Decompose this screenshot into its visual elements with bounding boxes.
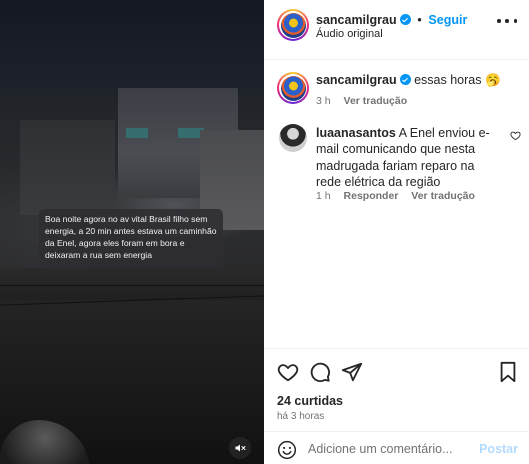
- video-building: [20, 120, 115, 215]
- post-comment-button[interactable]: Postar: [479, 442, 518, 456]
- emoji-icon[interactable]: [277, 440, 297, 460]
- post-header: sancamilgrau • Seguir Áudio original: [264, 0, 529, 60]
- caption-author-avatar[interactable]: [277, 72, 309, 104]
- dot-icon: [497, 19, 501, 23]
- comment-bar: Postar: [264, 431, 529, 464]
- verified-badge-icon: [399, 14, 411, 25]
- speaker-muted-icon: [235, 444, 246, 452]
- share-icon[interactable]: [341, 361, 363, 383]
- dot-icon: [505, 19, 509, 23]
- heart-icon[interactable]: [277, 361, 299, 383]
- comment-icon[interactable]: [309, 361, 331, 383]
- caption-time[interactable]: 3 h: [316, 95, 331, 107]
- comment-input[interactable]: [308, 439, 478, 459]
- commenter-avatar[interactable]: [279, 124, 307, 152]
- comment-translate-link[interactable]: Ver tradução: [411, 190, 475, 202]
- caption-username[interactable]: sancamilgrau: [316, 73, 397, 87]
- comment-time[interactable]: 1 h: [316, 190, 331, 202]
- video-wire: [0, 285, 264, 286]
- verified-badge-icon: [399, 74, 411, 85]
- more-options-button[interactable]: [497, 14, 517, 28]
- audio-label[interactable]: Áudio original: [316, 28, 383, 40]
- mute-button[interactable]: [229, 437, 251, 459]
- caption-text: essas horas 🥱: [414, 73, 501, 87]
- post-side-panel: sancamilgrau • Seguir Áudio original san…: [264, 0, 529, 464]
- commenter-username[interactable]: luaanasantos: [316, 126, 396, 140]
- separator-dot: •: [417, 12, 422, 27]
- likes-count[interactable]: 24 curtidas: [277, 394, 343, 408]
- post-video[interactable]: Boa noite agora no av vital Brasil filho…: [0, 0, 264, 464]
- video-caption-overlay: Boa noite agora no av vital Brasil filho…: [39, 209, 223, 267]
- author-username[interactable]: sancamilgrau: [316, 13, 397, 27]
- post-actions: 24 curtidas há 3 horas Postar: [264, 348, 529, 464]
- dot-icon: [513, 19, 517, 23]
- author-avatar[interactable]: [277, 9, 309, 41]
- post-time[interactable]: há 3 horas: [277, 411, 324, 422]
- video-sky: [0, 0, 264, 95]
- follow-button[interactable]: Seguir: [428, 13, 467, 27]
- bookmark-icon[interactable]: [498, 361, 518, 383]
- reply-link[interactable]: Responder: [344, 190, 399, 202]
- comment-heart-icon[interactable]: [510, 130, 521, 141]
- caption-translate-link[interactable]: Ver tradução: [344, 95, 408, 107]
